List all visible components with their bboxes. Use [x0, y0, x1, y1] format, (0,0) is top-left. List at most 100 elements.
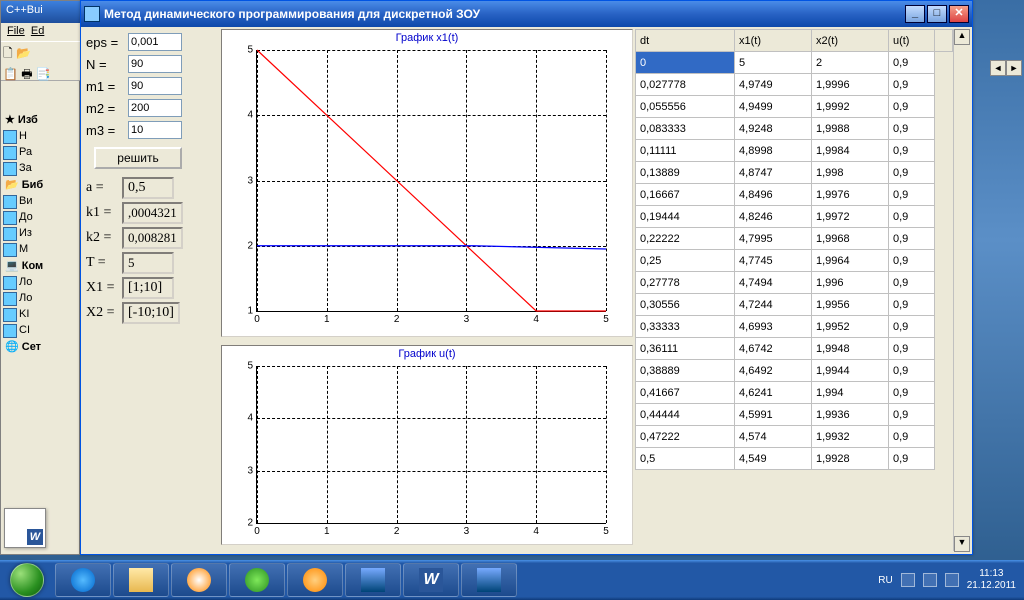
table-cell: 0,9	[888, 250, 934, 272]
table-cell: 0,30556	[636, 294, 735, 316]
window-scrollbar[interactable]: ▲ ▼	[954, 29, 970, 552]
a-value: 0,5	[122, 177, 174, 199]
table-cell: 0,38889	[636, 360, 735, 382]
windows-orb-icon	[10, 563, 44, 597]
word-icon: W	[419, 568, 443, 592]
m3-input[interactable]	[128, 121, 182, 139]
flag-icon[interactable]	[901, 573, 915, 587]
side-item[interactable]: М	[1, 241, 81, 257]
m1-label: m1 =	[86, 79, 128, 94]
table-cell: 4,9749	[735, 74, 812, 96]
battery-icon[interactable]	[923, 573, 937, 587]
taskbar-item-app[interactable]	[461, 563, 517, 597]
table-row[interactable]: 0,166674,84961,99760,9	[636, 184, 953, 206]
table-cell: 4,8998	[735, 140, 812, 162]
maximize-button[interactable]: □	[927, 5, 947, 23]
chart1-plot: 12345012345	[256, 50, 606, 312]
solve-button[interactable]: решить	[94, 147, 182, 169]
word-document-thumb[interactable]	[4, 508, 46, 548]
table-cell: 1,9968	[812, 228, 889, 250]
scroll-left-icon[interactable]: ◄	[990, 60, 1006, 76]
scroll-up-icon[interactable]: ▲	[954, 29, 970, 45]
table-row[interactable]: 0,54,5491,99280,9	[636, 448, 953, 470]
side-item[interactable]: Н	[1, 128, 81, 144]
table-row[interactable]: 0,472224,5741,99320,9	[636, 426, 953, 448]
menu-file[interactable]: File	[7, 25, 25, 37]
table-row[interactable]: 0,111114,89981,99840,9	[636, 140, 953, 162]
taskbar-item-wmp[interactable]	[171, 563, 227, 597]
table-cell: 1,996	[812, 272, 889, 294]
table-cell: 4,7244	[735, 294, 812, 316]
table-cell: 0,9	[888, 52, 934, 74]
m1-input[interactable]	[128, 77, 182, 95]
table-cell: 0,11111	[636, 140, 735, 162]
titlebar[interactable]: Метод динамического программирования для…	[81, 1, 972, 27]
scroll-right-icon[interactable]: ►	[1006, 60, 1022, 76]
side-group[interactable]: 📂 Биб	[1, 176, 81, 193]
table-row[interactable]: 0,0555564,94991,99920,9	[636, 96, 953, 118]
taskbar-item-word[interactable]: W	[403, 563, 459, 597]
table-row[interactable]: 0,0277784,97491,99960,9	[636, 74, 953, 96]
table-row[interactable]: 0,254,77451,99640,9	[636, 250, 953, 272]
table-cell: 1,9936	[812, 404, 889, 426]
side-item[interactable]: За	[1, 160, 81, 176]
table-header[interactable]: x1(t)	[735, 30, 812, 52]
table-row[interactable]: 0,333334,69931,99520,9	[636, 316, 953, 338]
table-header[interactable]: dt	[636, 30, 735, 52]
start-button[interactable]	[0, 560, 54, 600]
n-input[interactable]	[128, 55, 182, 73]
side-group[interactable]: ★ Изб	[1, 111, 81, 128]
table-cell: 0,9	[888, 448, 934, 470]
taskbar[interactable]: W RU 11:13 21.12.2011	[0, 560, 1024, 600]
table-cell: 0,9	[888, 338, 934, 360]
table-header[interactable]: x2(t)	[812, 30, 889, 52]
table-row[interactable]: 0,222224,79951,99680,9	[636, 228, 953, 250]
side-item[interactable]: Ра	[1, 144, 81, 160]
menu-edit[interactable]: Ed	[31, 25, 44, 37]
m2-input[interactable]	[128, 99, 182, 117]
taskbar-item-cppbuilder[interactable]	[345, 563, 401, 597]
side-group[interactable]: 💻 Ком	[1, 257, 81, 274]
table-cell: 0,9	[888, 206, 934, 228]
table-header[interactable]: u(t)	[888, 30, 934, 52]
ide-menubar[interactable]: File Ed	[1, 23, 81, 41]
table-row[interactable]: 0,138894,87471,9980,9	[636, 162, 953, 184]
tray-lang[interactable]: RU	[878, 575, 892, 586]
system-tray[interactable]: RU 11:13 21.12.2011	[870, 568, 1024, 592]
side-item[interactable]: Ло	[1, 290, 81, 306]
side-item[interactable]: CI	[1, 322, 81, 338]
volume-icon[interactable]	[945, 573, 959, 587]
table-row[interactable]: 0,416674,62411,9940,9	[636, 382, 953, 404]
taskbar-item-mail[interactable]	[287, 563, 343, 597]
eps-input[interactable]	[128, 33, 182, 51]
ide-toolbar[interactable]: 🗋 📂📋 🖶 📑	[1, 41, 81, 81]
table-row[interactable]: 0520,9	[636, 52, 953, 74]
table-cell: 1,9944	[812, 360, 889, 382]
side-item[interactable]: Из	[1, 225, 81, 241]
taskbar-item-ie[interactable]	[55, 563, 111, 597]
ide-side-panel: ★ Изб Н Ра За 📂 Биб Ви До Из М 💻 Ком Ло …	[1, 111, 81, 355]
ide-tab-scroll[interactable]: ◄►	[990, 60, 1024, 76]
table-row[interactable]: 0,444444,59911,99360,9	[636, 404, 953, 426]
results-table[interactable]: dtx1(t)x2(t)u(t) 0520,90,0277784,97491,9…	[635, 29, 953, 470]
chart-u: График u(t) 2345012345	[221, 345, 633, 545]
tray-clock[interactable]: 11:13 21.12.2011	[967, 568, 1016, 592]
close-button[interactable]: ✕	[949, 5, 969, 23]
table-row[interactable]: 0,277784,74941,9960,9	[636, 272, 953, 294]
scroll-down-icon[interactable]: ▼	[954, 536, 970, 552]
taskbar-item-utorrent[interactable]	[229, 563, 285, 597]
table-row[interactable]: 0,361114,67421,99480,9	[636, 338, 953, 360]
table-row[interactable]: 0,0833334,92481,99880,9	[636, 118, 953, 140]
table-row[interactable]: 0,388894,64921,99440,9	[636, 360, 953, 382]
table-row[interactable]: 0,305564,72441,99560,9	[636, 294, 953, 316]
side-item[interactable]: Ло	[1, 274, 81, 290]
minimize-button[interactable]: _	[905, 5, 925, 23]
side-item[interactable]: Ви	[1, 193, 81, 209]
side-group[interactable]: 🌐 Сет	[1, 338, 81, 355]
taskbar-item-explorer[interactable]	[113, 563, 169, 597]
table-row[interactable]: 0,194444,82461,99720,9	[636, 206, 953, 228]
table-cell: 0	[636, 52, 735, 74]
side-item[interactable]: До	[1, 209, 81, 225]
t-label: T =	[86, 255, 122, 271]
side-item[interactable]: KI	[1, 306, 81, 322]
